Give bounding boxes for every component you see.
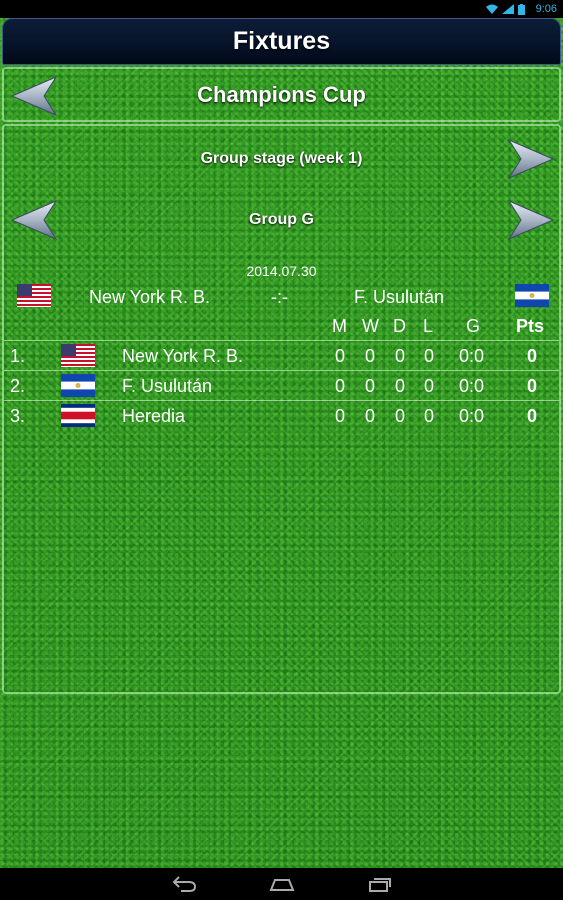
stage-label: Group stage (week 1) (200, 150, 363, 167)
back-icon (172, 876, 196, 892)
home-icon (269, 879, 294, 891)
row-draws: 0 (395, 406, 406, 426)
row-position: 2. (10, 376, 26, 396)
row-losses: 0 (424, 376, 435, 396)
match-date: 2014.07.30 (246, 263, 317, 279)
row-matches: 0 (335, 346, 346, 366)
row-points: 0 (527, 376, 538, 396)
signal-icon (501, 4, 514, 14)
col-goals: G (466, 316, 481, 336)
row-losses: 0 (424, 406, 435, 426)
row-wins: 0 (365, 346, 376, 366)
col-wins: W (362, 316, 379, 336)
row-position: 1. (10, 346, 26, 366)
row-wins: 0 (365, 406, 376, 426)
el-salvador-flag-icon (61, 374, 95, 397)
row-goals: 0:0 (459, 376, 485, 396)
away-team: F. Usulután (354, 287, 445, 307)
row-goals: 0:0 (459, 406, 485, 426)
arrow-right-icon (507, 199, 555, 241)
row-matches: 0 (335, 376, 346, 396)
home-team: New York R. B. (89, 287, 211, 307)
recent-apps-icon (368, 878, 391, 892)
el-salvador-flag-icon (515, 284, 549, 307)
match-score: -:- (271, 287, 288, 307)
row-team: New York R. B. (122, 346, 244, 366)
row-wins: 0 (365, 376, 376, 396)
home-button[interactable] (267, 874, 297, 894)
match-row[interactable]: New York R. B. -:- F. Usulután (4, 281, 559, 311)
row-team: F. Usulután (122, 376, 213, 396)
table-row[interactable]: 1. New York R. B. 0 0 0 0 0:0 0 (4, 340, 559, 370)
next-group-button[interactable] (507, 199, 555, 241)
fixtures-panel: Group stage (week 1) Group G 2014.07.30 … (2, 124, 561, 694)
row-points: 0 (527, 406, 538, 426)
col-losses: L (423, 316, 434, 336)
col-points: Pts (516, 316, 545, 336)
status-bar: 9:06 (0, 0, 563, 18)
competition-panel: Champions Cup (2, 67, 561, 122)
navigation-bar (0, 868, 563, 900)
page-title: Fixtures (232, 27, 331, 55)
row-goals: 0:0 (459, 346, 485, 366)
group-label: Group G (249, 211, 314, 228)
row-matches: 0 (335, 406, 346, 426)
row-points: 0 (527, 346, 538, 366)
recent-apps-button[interactable] (365, 874, 395, 894)
row-draws: 0 (395, 346, 406, 366)
row-team: Heredia (122, 406, 186, 426)
costa-rica-flag-icon (61, 404, 95, 427)
row-losses: 0 (424, 346, 435, 366)
col-matches: M (332, 316, 347, 336)
table-header: M W D L G Pts (4, 316, 559, 338)
arrow-right-icon (507, 138, 555, 180)
us-flag-icon (61, 344, 95, 367)
status-time: 9:06 (535, 3, 557, 15)
table-row[interactable]: 3. Heredia 0 0 0 0 0:0 0 (4, 400, 559, 430)
us-flag-icon (17, 284, 51, 307)
back-button[interactable] (169, 874, 199, 894)
next-stage-button[interactable] (507, 138, 555, 180)
row-draws: 0 (395, 376, 406, 396)
title-bar: Fixtures (2, 18, 561, 65)
wifi-icon (485, 4, 498, 14)
col-draws: D (393, 316, 406, 336)
table-row[interactable]: 2. F. Usulután 0 0 0 0 0:0 0 (4, 370, 559, 400)
battery-icon (517, 4, 530, 15)
row-position: 3. (10, 406, 26, 426)
competition-name: Champions Cup (197, 82, 366, 107)
